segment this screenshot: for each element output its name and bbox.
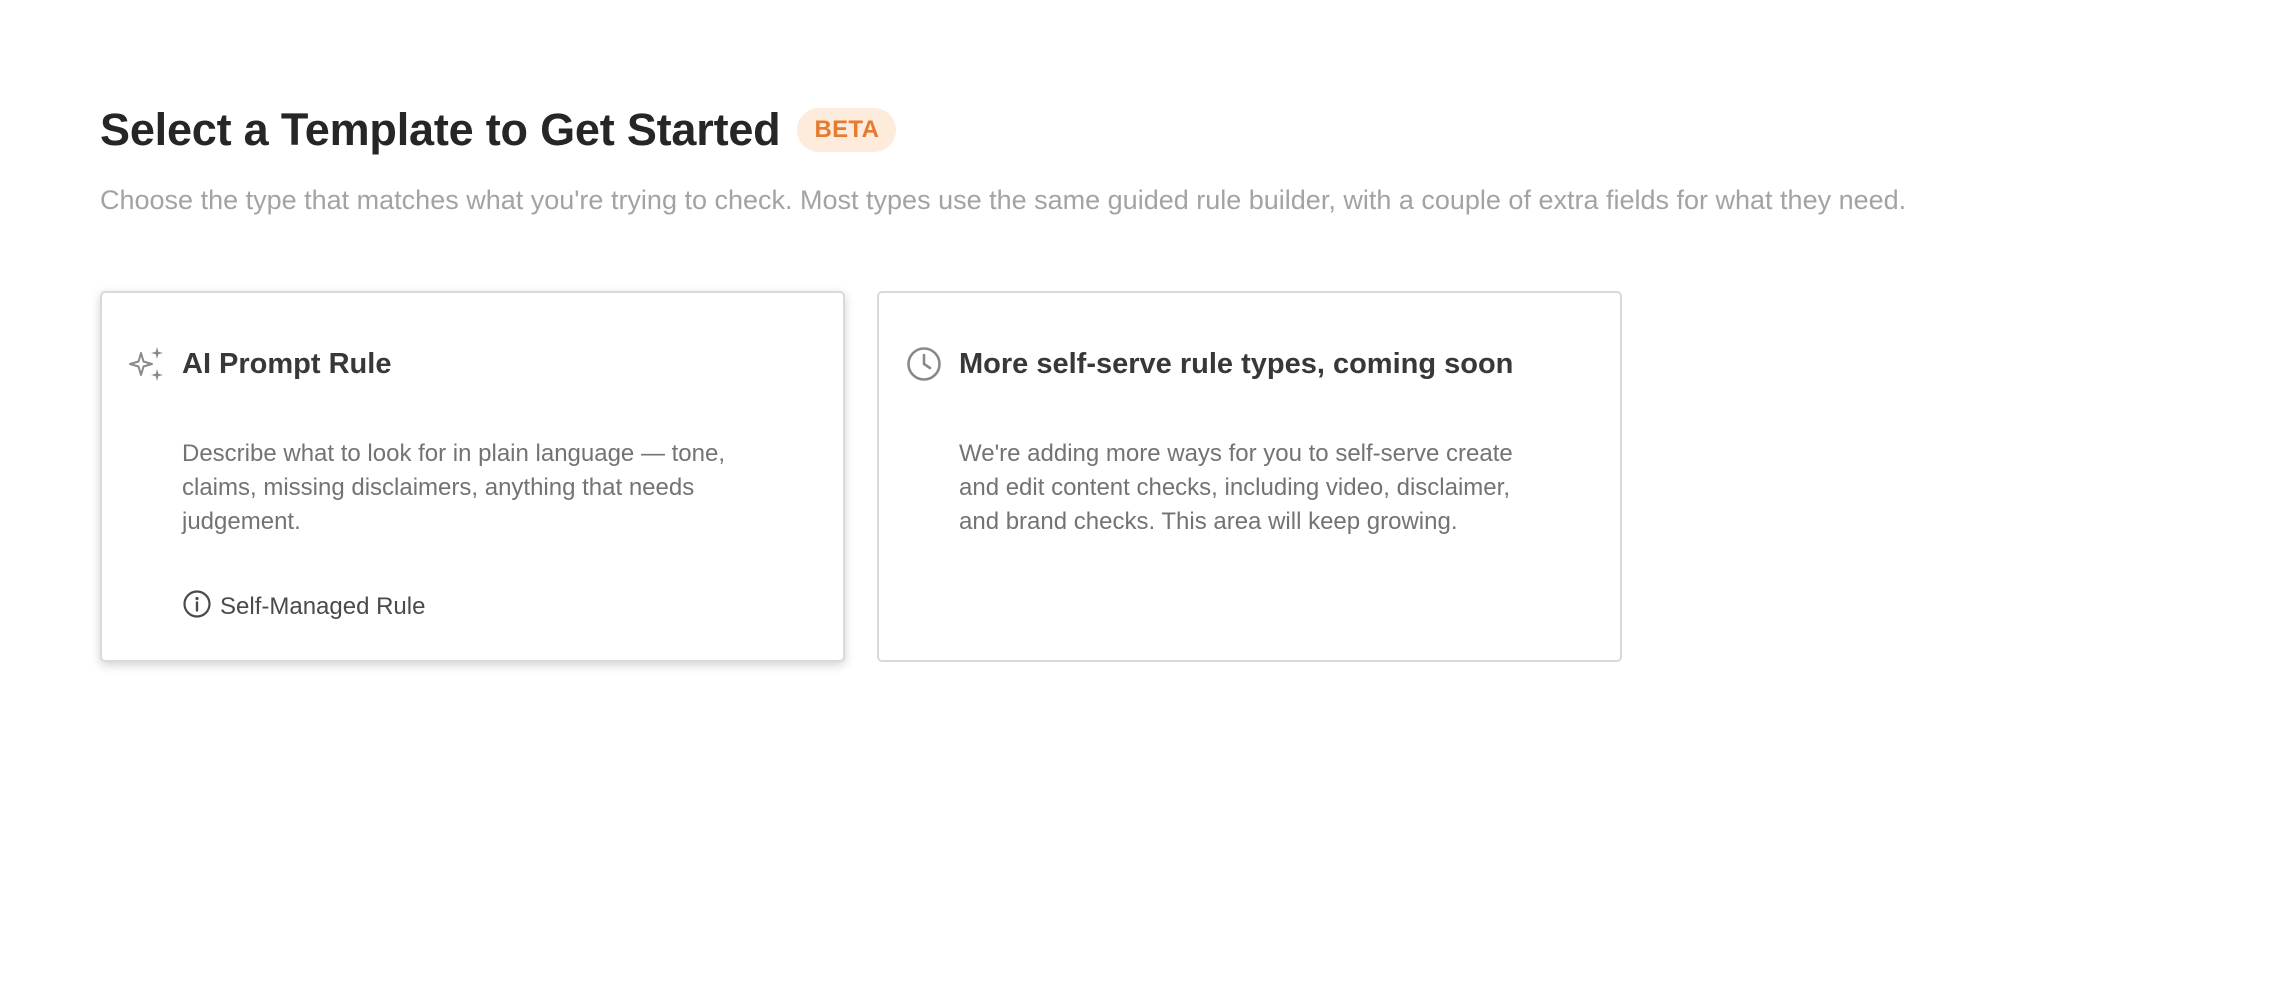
beta-badge: BETA [797, 108, 897, 152]
self-managed-tag: Self-Managed Rule [182, 589, 425, 624]
card-title: More self-serve rule types, coming soon [959, 347, 1514, 380]
page-title: Select a Template to Get Started [100, 104, 781, 155]
sparkles-icon [128, 345, 166, 383]
title-row: Select a Template to Get Started BETA [100, 104, 2200, 156]
self-managed-label: Self-Managed Rule [220, 592, 426, 620]
card-description: We're adding more ways for you to self-s… [959, 440, 1513, 535]
ai-prompt-rule-card[interactable]: AI Prompt Rule Describe what to look for… [100, 291, 845, 662]
info-icon [182, 589, 212, 624]
template-cards: AI Prompt Rule Describe what to look for… [100, 291, 1622, 662]
card-title: AI Prompt Rule [182, 347, 392, 380]
coming-soon-card: More self-serve rule types, coming soon … [877, 291, 1622, 662]
template-picker: Select a Template to Get Started BETA Ch… [100, 104, 2200, 662]
card-header: More self-serve rule types, coming soon [905, 345, 1513, 383]
clock-icon [905, 345, 943, 383]
page-subtitle: Choose the type that matches what you're… [100, 185, 1907, 215]
card-header: AI Prompt Rule [128, 345, 391, 383]
card-description: Describe what to look for in plain langu… [182, 440, 725, 535]
